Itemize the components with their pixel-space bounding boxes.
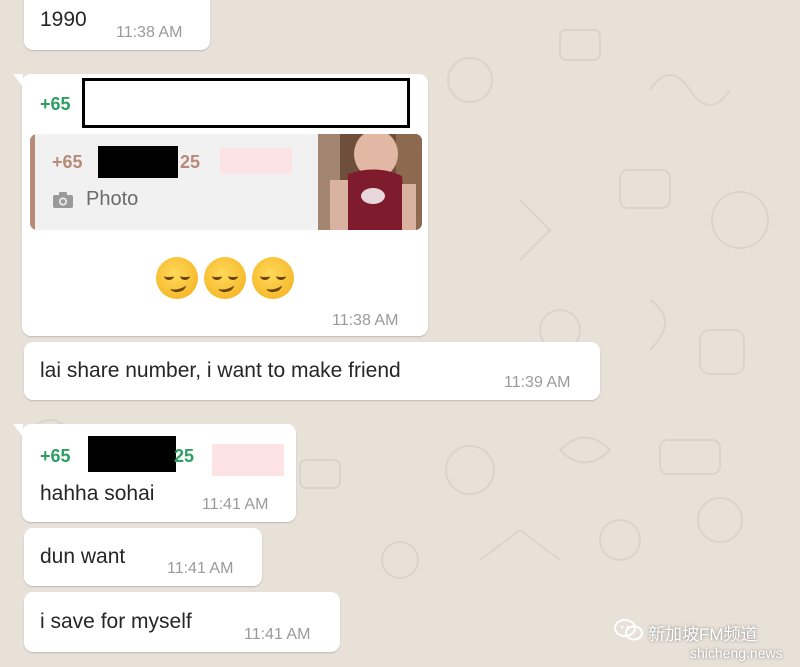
message-bubble[interactable]: dun want 11:41 AM [24, 528, 262, 586]
smirk-emoji [156, 257, 198, 299]
camera-icon [53, 192, 73, 208]
message-bubble[interactable]: lai share number, i want to make friend … [24, 342, 600, 400]
sender-prefix: +65 [40, 446, 71, 466]
message-timestamp: 11:39 AM [504, 374, 571, 391]
message-bubble[interactable]: +65 +65 25 Photo 11:38 AM [13, 74, 428, 336]
sender-number: +65 [40, 94, 71, 114]
watermark-channel: 新加坡FM频道 [648, 625, 758, 644]
message-bubble[interactable]: +65 25 hahha sohai 11:41 AM [13, 424, 296, 522]
wechat-icon [614, 619, 643, 641]
censor-patch [220, 148, 292, 174]
photo-thumbnail[interactable] [318, 134, 422, 230]
message-bubble[interactable]: i save for myself 11:41 AM [24, 592, 340, 652]
message-timestamp: 11:38 AM [116, 24, 183, 41]
message-timestamp: 11:41 AM [202, 496, 269, 513]
message-timestamp: 11:41 AM [244, 626, 311, 643]
watermark-site: shicheng.news [690, 645, 783, 661]
message-text: dun want [40, 545, 126, 568]
redaction-box [82, 78, 410, 128]
message-text: lai share number, i want to make friend [40, 359, 401, 382]
photo-thumbnail-image [318, 134, 422, 230]
message-bubble[interactable]: 1990 11:38 AM [24, 0, 210, 50]
message-text: i save for myself [40, 610, 192, 633]
message-timestamp: 11:41 AM [167, 560, 234, 577]
quote-sender-suffix: 25 [180, 152, 201, 172]
message-text: 1990 [40, 8, 87, 31]
quote-media-label: Photo [86, 188, 139, 210]
quote-sender-prefix: +65 [52, 152, 83, 172]
sender-suffix: 25 [174, 446, 195, 466]
redaction-box [88, 436, 176, 472]
message-text: hahha sohai [40, 482, 155, 505]
smirk-emoji [204, 257, 246, 299]
quoted-message[interactable]: +65 25 Photo [30, 134, 422, 230]
redaction-box [98, 146, 178, 178]
quote-accent-bar [30, 134, 35, 230]
message-timestamp: 11:38 AM [332, 312, 399, 329]
censor-patch [212, 444, 284, 476]
smirk-emoji [252, 257, 294, 299]
